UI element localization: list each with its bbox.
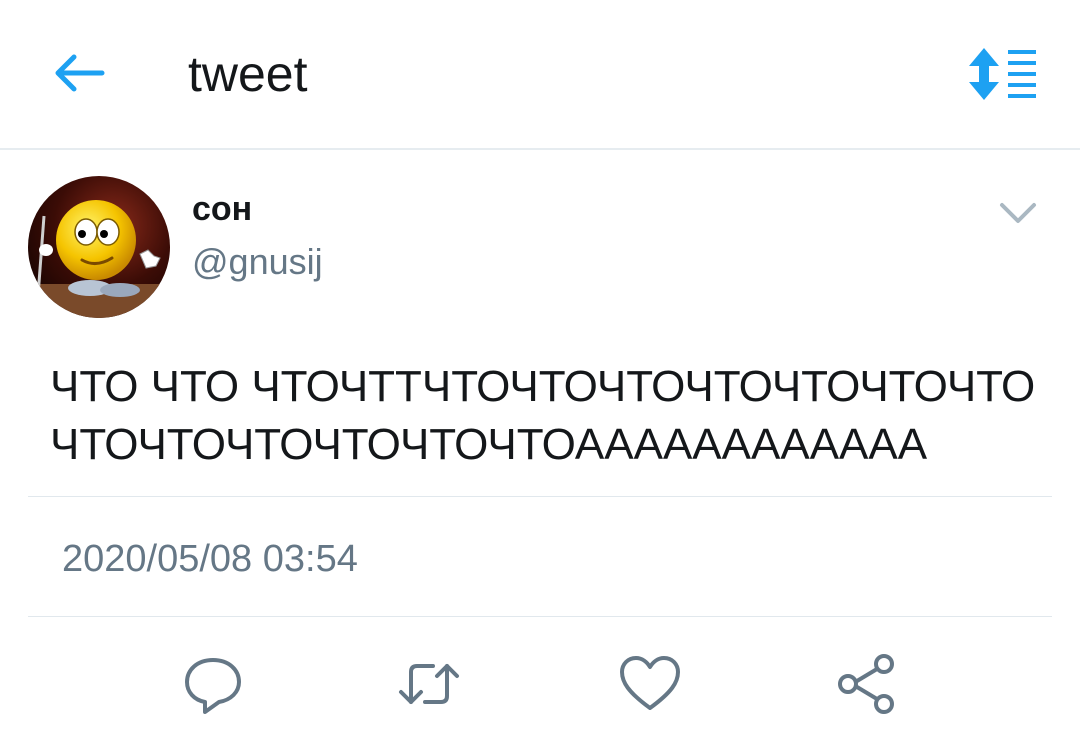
divider [28,496,1052,497]
divider [28,616,1052,617]
arrow-left-icon [55,54,105,92]
author-name[interactable]: сон [192,190,252,228]
reply-icon [185,658,241,714]
page-title: tweet [188,46,308,102]
reply-button[interactable] [181,652,245,716]
top-bar: tweet [0,0,1080,150]
back-button[interactable] [50,50,106,96]
author-handle[interactable]: @gnusij [192,242,323,282]
tweet-text: ЧТО ЧТО ЧТОЧТТЧТОЧТОЧТОЧТОЧТОЧТОЧТОЧТОЧТ… [50,362,1036,469]
tweet-menu-button[interactable] [994,196,1042,230]
smiley-avatar-image [28,176,170,318]
retweet-icon [399,664,459,704]
like-button[interactable] [618,652,682,716]
avatar[interactable] [28,176,170,318]
share-icon [838,654,894,714]
share-button[interactable] [834,652,898,716]
retweet-button[interactable] [397,652,461,716]
sort-button[interactable] [966,48,1038,100]
chevron-down-icon [1000,203,1036,223]
heart-icon [620,656,680,710]
tweet-timestamp: 2020/05/08 03:54 [62,538,358,580]
sort-list-icon [969,48,1036,100]
